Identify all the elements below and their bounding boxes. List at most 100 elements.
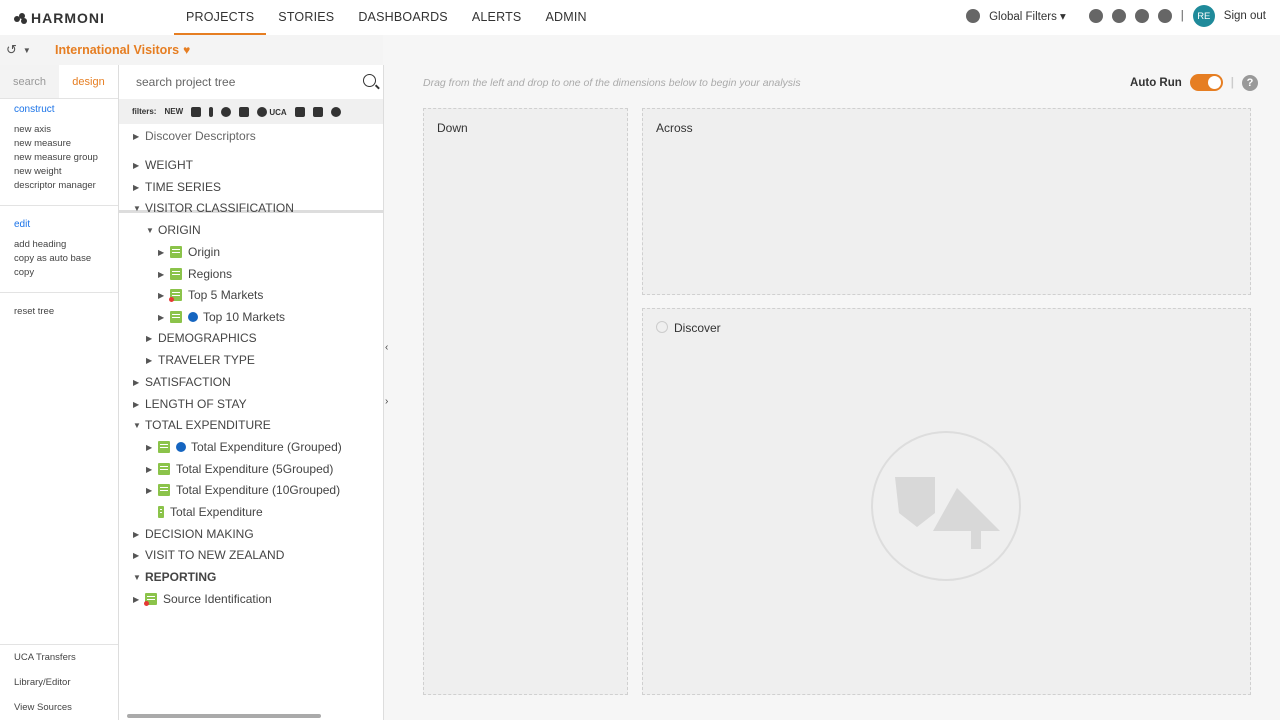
top-right-tools: Global Filters ▾ | RE Sign out: [966, 5, 1266, 27]
help-icon[interactable]: ?: [1242, 74, 1258, 91]
tree-item[interactable]: ▶ LENGTH OF STAY: [133, 394, 247, 414]
caret-right-icon: ▶: [146, 464, 153, 474]
auto-run-label: Auto Run: [1130, 76, 1182, 89]
sign-out-link[interactable]: Sign out: [1224, 10, 1266, 22]
discover-dropzone[interactable]: Discover: [642, 308, 1251, 695]
history-dropdown[interactable]: ↺ ▼: [6, 40, 46, 60]
caret-down-icon: ▼: [133, 572, 141, 582]
tree-item[interactable]: ▼ TOTAL EXPENDITURE: [133, 415, 271, 435]
chart-filter-icon[interactable]: [312, 106, 323, 117]
filter-new-button[interactable]: NEW: [164, 107, 183, 116]
nav-stories[interactable]: STORIES: [266, 0, 346, 35]
tree-item[interactable]: ▶ Total Expenditure (Grouped): [146, 437, 342, 457]
folder-filter-icon[interactable]: [294, 106, 305, 117]
caret-right-icon: ▶: [146, 333, 153, 343]
uca-filter-button[interactable]: UCA: [257, 106, 287, 117]
grid-filter-icon[interactable]: [191, 106, 202, 117]
nav-admin[interactable]: ADMIN: [533, 0, 598, 35]
tree-item[interactable]: ▼ REPORTING: [133, 567, 216, 587]
uca-transfers-link[interactable]: UCA Transfers: [0, 645, 118, 670]
project-title[interactable]: International Visitors: [55, 43, 179, 57]
project-tree-panel: search project tree filters: NEW UCA ▶ Di…: [119, 65, 383, 720]
new-axis-link[interactable]: new axis: [14, 123, 104, 137]
ruler-filter-icon[interactable]: [209, 106, 214, 117]
new-weight-link[interactable]: new weight: [14, 165, 104, 179]
tree-item[interactable]: ▶ Origin: [158, 242, 220, 262]
tree-item[interactable]: ▶ Total Expenditure (10Grouped): [146, 480, 340, 500]
avatar[interactable]: RE: [1192, 5, 1215, 27]
expand-right-icon[interactable]: ›: [385, 396, 388, 407]
drag-drop-icon: [871, 431, 1021, 581]
axis-icon: [170, 311, 182, 323]
help-icon[interactable]: [1157, 9, 1172, 23]
tree-item[interactable]: ▶ Discover Descriptors: [133, 126, 256, 146]
panel-splitter[interactable]: ‹ ›: [383, 65, 394, 720]
divider: [0, 292, 118, 293]
history-icon: ↺: [6, 42, 17, 57]
auto-run-toggle[interactable]: [1189, 74, 1223, 91]
tree-item[interactable]: ▶ DEMOGRAPHICS: [146, 328, 257, 348]
tree-item[interactable]: ▶ Total Expenditure (5Grouped): [146, 459, 333, 479]
add-heading-link[interactable]: add heading: [14, 238, 104, 252]
tree-item[interactable]: ▼ VISITOR CLASSIFICATION: [133, 198, 294, 218]
tree-item[interactable]: ▶ Regions: [158, 264, 232, 284]
sort-filter-icon[interactable]: [239, 106, 250, 117]
horizontal-scrollbar[interactable]: [127, 714, 321, 718]
tree-item[interactable]: ▶ TIME SERIES: [133, 177, 221, 197]
harmoni-logo[interactable]: HARMONI: [14, 10, 105, 26]
caret-right-icon: ▶: [146, 485, 153, 495]
measure-icon: [158, 506, 164, 518]
info-icon[interactable]: [176, 442, 186, 452]
collapse-left-icon[interactable]: ‹: [385, 342, 388, 353]
copy-as-auto-base-link[interactable]: copy as auto base: [14, 252, 104, 266]
tab-search[interactable]: search: [0, 65, 59, 98]
tree-item[interactable]: ▶ TRAVELER TYPE: [146, 350, 255, 370]
down-dropzone[interactable]: Down: [423, 108, 628, 695]
discover-label: Discover: [656, 321, 721, 335]
caret-right-icon: ▶: [158, 247, 165, 257]
brain-icon[interactable]: [1111, 9, 1126, 23]
nav-alerts[interactable]: ALERTS: [460, 0, 534, 35]
panel-tabs: search design: [0, 65, 118, 99]
nav-projects[interactable]: PROJECTS: [174, 0, 267, 35]
library-editor-link[interactable]: Library/Editor: [0, 670, 118, 695]
axis-icon: [158, 441, 170, 453]
eye-icon[interactable]: [1088, 9, 1103, 23]
tree-item[interactable]: ▶ WEIGHT: [133, 155, 193, 175]
reset-tree-link[interactable]: reset tree: [14, 305, 104, 319]
tree-item[interactable]: Total Expenditure: [158, 502, 263, 522]
new-measure-link[interactable]: new measure: [14, 137, 104, 151]
caret-right-icon: ▶: [158, 312, 165, 322]
person-icon: [257, 106, 268, 117]
descriptor-manager-link[interactable]: descriptor manager: [14, 179, 104, 193]
tree-item[interactable]: ▶ DECISION MAKING: [133, 524, 254, 544]
contrast-icon[interactable]: [1134, 9, 1149, 23]
caret-right-icon: ▶: [158, 269, 165, 279]
caret-right-icon: ▶: [133, 550, 140, 560]
tree-item[interactable]: ▶ VISIT TO NEW ZEALAND: [133, 545, 284, 565]
location-filter-icon[interactable]: [221, 106, 232, 117]
tab-design[interactable]: design: [59, 65, 118, 98]
heart-icon[interactable]: ♥: [183, 43, 190, 57]
search-input[interactable]: search project tree: [136, 75, 235, 89]
discover-filter-icon[interactable]: [330, 106, 341, 117]
tree-item[interactable]: ▼ ORIGIN: [146, 220, 201, 240]
caret-right-icon: ▶: [133, 399, 140, 409]
tree-item[interactable]: ▶ SATISFACTION: [133, 372, 231, 392]
copy-link[interactable]: copy: [14, 266, 104, 280]
across-label: Across: [656, 121, 693, 135]
search-icon[interactable]: [363, 74, 376, 87]
down-label: Down: [437, 121, 468, 135]
left-design-panel: search design construct new axis new mea…: [0, 65, 119, 720]
global-filters-dropdown[interactable]: Global Filters ▾: [989, 9, 1066, 23]
tree-item[interactable]: ▶ Source Identification: [133, 589, 272, 609]
view-sources-link[interactable]: View Sources: [0, 695, 118, 720]
tree-item[interactable]: ▶ Top 10 Markets: [158, 307, 285, 327]
tree-search[interactable]: search project tree: [119, 65, 383, 99]
divider: |: [1180, 10, 1184, 22]
nav-dashboards[interactable]: DASHBOARDS: [346, 0, 460, 35]
tree-item[interactable]: ▶ Top 5 Markets: [158, 285, 263, 305]
info-icon[interactable]: [188, 312, 198, 322]
across-dropzone[interactable]: Across: [642, 108, 1251, 295]
new-measure-group-link[interactable]: new measure group: [14, 151, 104, 165]
